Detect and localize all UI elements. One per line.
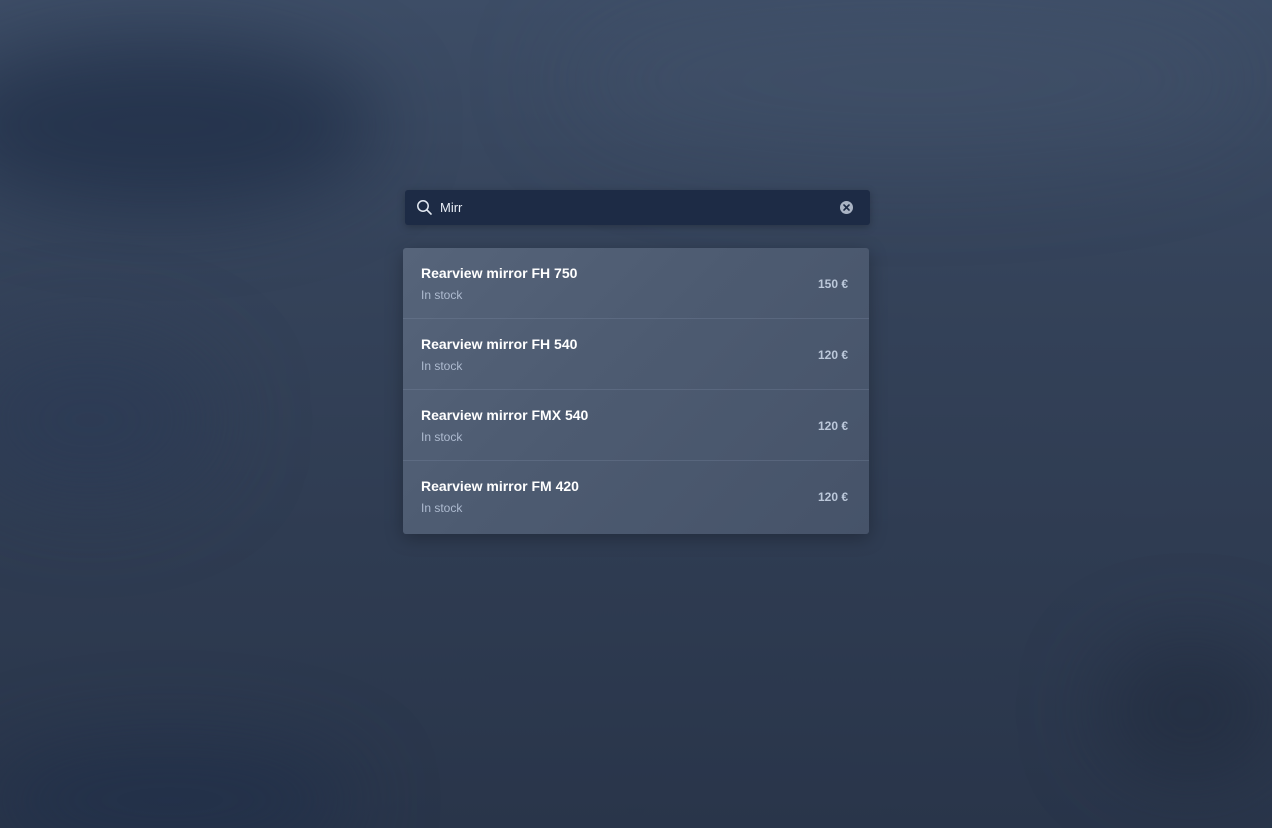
background-shape	[560, 0, 1260, 160]
background-shape	[0, 40, 380, 210]
background-shape	[1100, 640, 1272, 780]
result-item[interactable]: Rearview mirror FH 540 In stock 120 €	[403, 319, 869, 390]
result-status: In stock	[421, 359, 463, 373]
background-shape	[0, 740, 360, 828]
result-item[interactable]: Rearview mirror FM 420 In stock 120 €	[403, 461, 869, 533]
result-status: In stock	[421, 288, 463, 302]
background-shape	[0, 340, 220, 500]
result-name: Rearview mirror FM 420	[421, 478, 579, 494]
result-item[interactable]: Rearview mirror FH 750 In stock 150 €	[403, 248, 869, 319]
result-item[interactable]: Rearview mirror FMX 540 In stock 120 €	[403, 390, 869, 461]
result-name: Rearview mirror FH 540	[421, 336, 578, 352]
result-status: In stock	[421, 501, 463, 515]
search-icon	[416, 199, 433, 216]
search-input[interactable]	[440, 190, 835, 225]
result-price: 150 €	[817, 277, 848, 291]
search-results-list: Rearview mirror FH 750 In stock 150 € Re…	[403, 248, 869, 534]
result-price: 120 €	[817, 419, 848, 433]
result-name: Rearview mirror FH 750	[421, 265, 578, 281]
search-bar[interactable]	[405, 190, 870, 225]
result-price: 120 €	[817, 490, 848, 504]
result-name: Rearview mirror FMX 540	[421, 407, 589, 423]
result-status: In stock	[421, 430, 463, 444]
result-price: 120 €	[817, 348, 848, 362]
clear-icon[interactable]	[839, 200, 854, 215]
